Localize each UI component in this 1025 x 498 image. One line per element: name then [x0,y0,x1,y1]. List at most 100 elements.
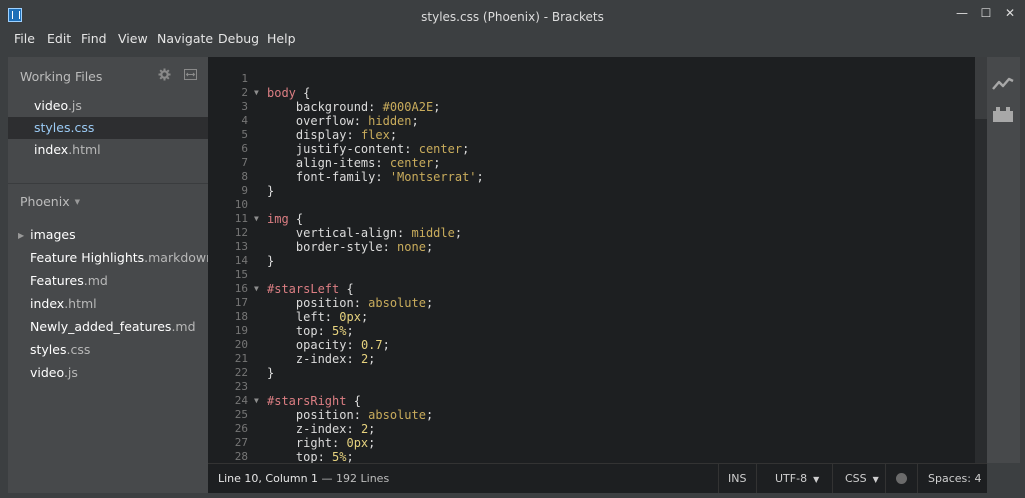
code-token: none [397,240,426,254]
code-line[interactable]: 9} [208,184,975,198]
chevron-down-icon: ▼ [813,475,820,484]
code-token: #starsRight [267,394,347,408]
line-count: — 192 Lines [318,472,390,485]
scrollbar-thumb[interactable] [975,57,987,119]
line-number: 3 [241,100,248,113]
code-line[interactable]: 26 z-index: 2; [208,422,975,436]
window-title: styles.css (Phoenix) - Brackets [421,10,604,24]
code-line[interactable]: 3 background: #000A2E; [208,100,975,114]
code-token: : [375,156,390,170]
tree-file[interactable]: video.js [30,363,78,383]
code-line[interactable]: 16 ▼ #starsLeft { [208,282,975,296]
code-token: left [267,310,325,324]
code-line[interactable]: 11 ▼ img { [208,212,975,226]
code-line[interactable]: 28 top: 5%; [208,450,975,463]
project-title[interactable]: Phoenix ▼ [20,194,80,209]
line-number: 1 [241,72,248,85]
encoding-dropdown[interactable]: UTF-8 ▼ [775,464,819,493]
linter-status-icon[interactable] [896,473,907,484]
gear-icon[interactable] [158,68,171,81]
code-text: justify-content: center; [267,142,469,156]
menu-find[interactable]: Find [81,31,107,47]
working-file-item[interactable]: video.js [8,95,208,117]
code-token: hidden [368,114,412,128]
line-number: 9 [241,184,248,197]
tree-file[interactable]: Newly_added_features.md [30,317,196,337]
code-editor[interactable]: 1 2 ▼ body {3 background: #000A2E; 4 overflo… [208,57,987,463]
cursor-position-text: Line 10, Column 1 [218,472,319,485]
split-view-icon[interactable] [184,69,197,80]
tree-file[interactable]: index.html [30,294,97,314]
maximize-button[interactable]: ☐ [975,4,997,22]
insert-mode-toggle[interactable]: INS [728,464,746,493]
fold-arrow-icon[interactable]: ▼ [254,86,262,100]
code-line[interactable]: 12 vertical-align: middle; [208,226,975,240]
line-number: 27 [234,436,248,449]
code-line[interactable]: 10 [208,198,975,212]
code-line[interactable]: 23 [208,380,975,394]
minimize-button[interactable]: — [951,4,973,22]
language-dropdown[interactable]: CSS ▼ [845,464,879,493]
code-line[interactable]: 25 position: absolute; [208,408,975,422]
code-line[interactable]: 6 justify-content: center; [208,142,975,156]
code-line[interactable]: 17 position: absolute; [208,296,975,310]
line-number: 6 [241,142,248,155]
close-button[interactable]: ✕ [999,4,1021,22]
menu-debug[interactable]: Debug [218,31,259,47]
code-token: 5% [332,324,347,338]
file-name: styles [34,120,71,135]
indent-settings[interactable]: Spaces: 4 [928,464,981,493]
code-line[interactable]: 2 ▼ body { [208,86,975,100]
tree-folder-images[interactable]: ▶ images [18,225,76,245]
code-line[interactable]: 27 right: 0px; [208,436,975,450]
code-line[interactable]: 21 z-index: 2; [208,352,975,366]
code-token: top [267,324,318,338]
code-line[interactable]: 5 display: flex; [208,128,975,142]
line-number: 23 [234,380,248,393]
fold-arrow-icon[interactable]: ▼ [254,394,262,408]
code-line[interactable]: 19 top: 5%; [208,324,975,338]
tree-file[interactable]: styles.css [30,340,90,360]
code-token: font-family [267,170,376,184]
code-line[interactable]: 15 [208,268,975,282]
code-line[interactable]: 1 [208,72,975,86]
code-line[interactable]: 18 left: 0px; [208,310,975,324]
code-token: #000A2E [382,100,434,114]
fold-arrow-icon[interactable]: ▼ [254,212,262,226]
status-divider [917,464,918,493]
menu-navigate[interactable]: Navigate [157,31,213,47]
tree-file[interactable]: Features.md [30,271,108,291]
code-line[interactable]: 24 ▼ #starsRight { [208,394,975,408]
code-token: ; [433,100,441,114]
encoding-value: UTF-8 [775,472,808,485]
line-number: 25 [234,408,248,421]
menu-file[interactable]: File [14,31,35,47]
code-token: background [267,100,369,114]
code-line[interactable]: 4 overflow: hidden; [208,114,975,128]
tree-file[interactable]: Feature Highlights.markdown [30,248,214,268]
working-file-item[interactable]: index.html [8,139,208,161]
code-line[interactable]: 20 opacity: 0.7; [208,338,975,352]
menu-edit[interactable]: Edit [47,31,71,47]
menu-view[interactable]: View [118,31,148,47]
code-line[interactable]: 14} [208,254,975,268]
line-number: 10 [234,198,248,211]
language-value: CSS [845,472,867,485]
code-text: z-index: 2; [267,352,376,366]
code-token: flex [360,128,390,142]
code-text: vertical-align: middle; [267,226,462,240]
code-line[interactable]: 7 align-items: center; [208,156,975,170]
code-token: : [317,450,333,463]
code-token: : [368,100,383,114]
code-line[interactable]: 8 font-family: 'Montserrat'; [208,170,975,184]
code-line[interactable]: 22} [208,366,975,380]
fold-arrow-icon[interactable]: ▼ [254,282,262,296]
extension-manager-icon[interactable] [993,107,1013,122]
code-line[interactable]: 13 border-style: none; [208,240,975,254]
menu-help[interactable]: Help [267,31,296,47]
folder-arrow-icon: ▶ [18,231,25,240]
working-file-item-selected[interactable]: styles.css [8,117,208,139]
code-text: #starsLeft { [267,282,354,296]
line-number: 15 [234,268,248,281]
live-preview-icon[interactable] [992,77,1014,91]
